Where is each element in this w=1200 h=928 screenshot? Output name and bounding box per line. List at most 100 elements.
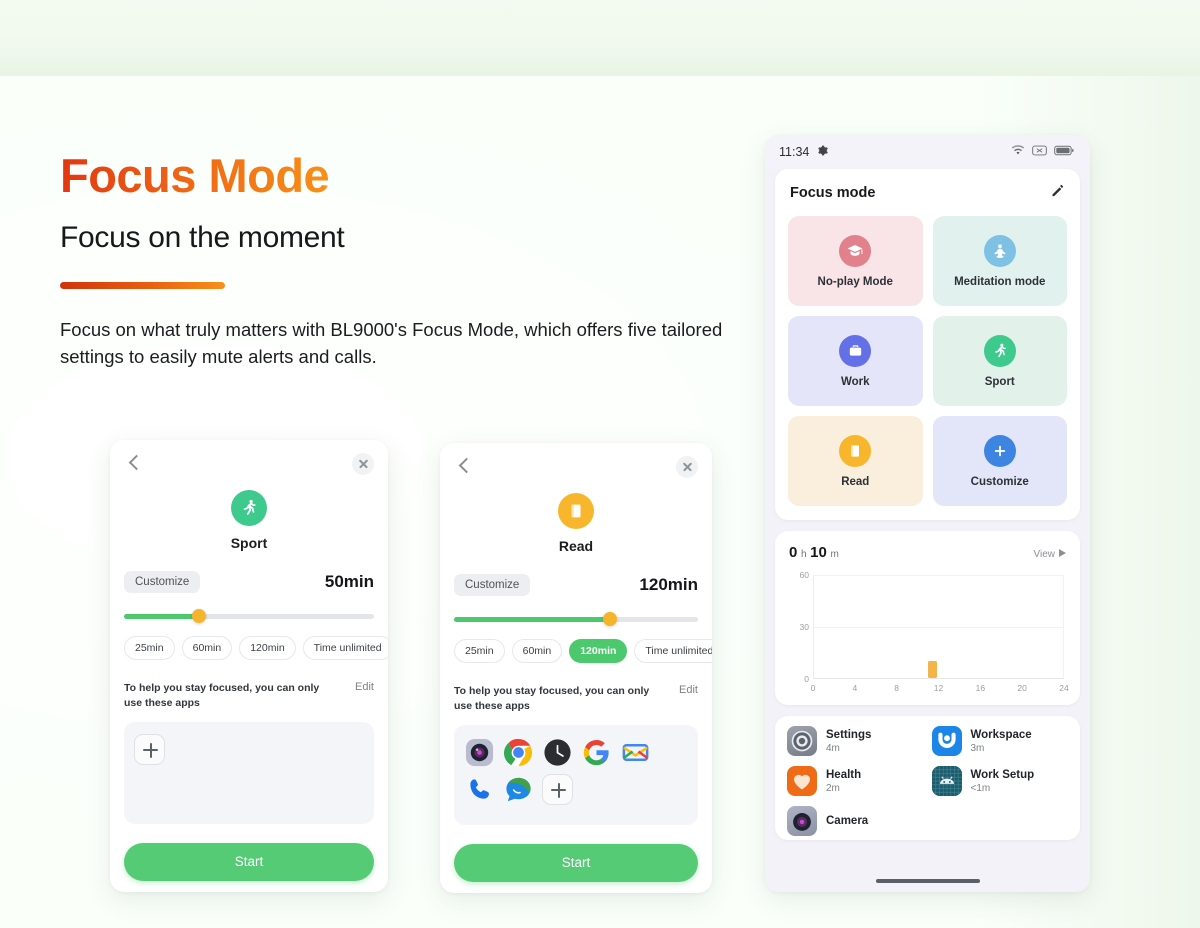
workspace-icon xyxy=(931,726,962,756)
close-icon[interactable] xyxy=(676,456,698,478)
back-icon[interactable] xyxy=(454,456,476,478)
customize-chip[interactable]: Customize xyxy=(454,574,531,596)
preset-chip[interactable]: 120min xyxy=(239,636,296,660)
sport-duration-row: Customize 50min xyxy=(124,571,374,593)
slider-knob[interactable] xyxy=(192,609,206,623)
mode-tile-read[interactable]: Read xyxy=(788,416,923,506)
no-sim-icon xyxy=(1032,143,1047,161)
app-usage-card: Settings 4m Workspace 3m Health 2m Work … xyxy=(775,716,1080,840)
y-tick-label: 60 xyxy=(799,570,809,580)
minutes-unit: m xyxy=(830,549,839,560)
add-app-icon[interactable] xyxy=(134,733,165,765)
chart-header: 0 h 10 m View xyxy=(789,544,1066,561)
slider-fill xyxy=(124,614,199,619)
sport-mode-header: Sport xyxy=(124,490,374,551)
chart-plot-area xyxy=(813,575,1064,679)
total-minutes: 10 xyxy=(810,544,827,561)
home-gesture-bar[interactable] xyxy=(875,879,980,883)
edit-apps-button[interactable]: Edit xyxy=(679,684,698,696)
close-icon[interactable] xyxy=(352,453,374,475)
edit-apps-button[interactable]: Edit xyxy=(355,681,374,693)
google-icon[interactable] xyxy=(581,737,612,768)
app-time: <1m xyxy=(970,782,991,794)
meditation-icon xyxy=(983,234,1016,267)
clock-icon[interactable] xyxy=(542,737,573,768)
read-mode-header: Read xyxy=(454,493,698,554)
list-item[interactable]: Workspace 3m xyxy=(931,726,1069,756)
y-tick-label: 0 xyxy=(804,674,809,684)
total-hours: 0 xyxy=(789,544,798,561)
list-item[interactable]: Settings 4m xyxy=(787,726,924,756)
app-time: 3m xyxy=(970,742,985,754)
preset-chip[interactable]: 60min xyxy=(511,639,563,663)
read-duration-slider[interactable] xyxy=(454,612,698,626)
phone-mockup-sport: Sport Customize 50min 25min 60min 120min… xyxy=(110,440,388,892)
screen-time-chart-card: 0 h 10 m View 60 30 0 0 4 8 12 16 20 24 xyxy=(775,531,1080,705)
mode-tile-label: No-play Mode xyxy=(817,275,893,288)
add-app-icon[interactable] xyxy=(542,773,573,805)
preset-chip[interactable]: 25min xyxy=(454,639,505,663)
page-title: Focus Mode xyxy=(60,149,330,202)
preset-chip[interactable]: Time unlimited xyxy=(634,639,712,663)
running-icon xyxy=(983,334,1016,367)
app-usage-grid: Settings 4m Workspace 3m Health 2m Work … xyxy=(787,726,1068,836)
camera-icon[interactable] xyxy=(464,737,495,768)
usage-bar-chart: 60 30 0 0 4 8 12 16 20 24 xyxy=(789,570,1069,695)
pencil-icon[interactable] xyxy=(1050,183,1065,203)
view-label: View xyxy=(1033,549,1056,560)
gmail-icon[interactable] xyxy=(620,737,651,768)
plus-icon xyxy=(983,434,1016,467)
mode-tile-label: Read xyxy=(841,475,870,488)
mode-tile-no-play[interactable]: No-play Mode xyxy=(788,216,923,306)
phone-mockup-home: 11:34 Focus mode No-play Mode Meditation… xyxy=(765,135,1090,892)
list-item[interactable]: Work Setup <1m xyxy=(931,766,1069,796)
mode-tile-label: Meditation mode xyxy=(954,275,1046,288)
preset-chip-selected[interactable]: 120min xyxy=(569,639,628,663)
mode-tile-meditation[interactable]: Meditation mode xyxy=(932,216,1067,306)
page-subtitle: Focus on the moment xyxy=(60,220,345,254)
read-apps-grid xyxy=(464,737,688,805)
messages-icon[interactable] xyxy=(503,774,534,805)
x-tick-label: 4 xyxy=(852,683,858,693)
x-tick-label: 24 xyxy=(1059,683,1069,693)
x-tick-label: 16 xyxy=(975,683,986,693)
running-icon xyxy=(231,490,267,526)
chart-bar xyxy=(928,660,938,678)
view-details-button[interactable]: View xyxy=(1033,549,1066,560)
preset-chip[interactable]: 60min xyxy=(181,636,233,660)
focus-mode-card-header: Focus mode xyxy=(775,169,1080,211)
health-heart-icon xyxy=(787,766,817,796)
usage-text: Work Setup <1m xyxy=(971,769,1035,794)
hero-body-text: Focus on what truly matters with BL9000'… xyxy=(60,318,723,367)
phone-icon[interactable] xyxy=(464,774,495,805)
start-button[interactable]: Start xyxy=(124,842,374,881)
usage-text: Workspace 3m xyxy=(971,729,1032,754)
read-screen-topbar xyxy=(454,443,698,491)
list-item[interactable]: Camera xyxy=(787,806,924,836)
wifi-icon xyxy=(1011,143,1025,161)
chrome-icon[interactable] xyxy=(503,737,534,768)
sport-preset-chips: 25min 60min 120min Time unlimited xyxy=(124,636,388,660)
app-name: Work Setup xyxy=(970,768,1035,781)
mode-tile-customize[interactable]: Customize xyxy=(932,416,1067,506)
sport-apps-hint-row: To help you stay focused, you can only u… xyxy=(124,681,374,711)
usage-text: Camera xyxy=(826,815,868,827)
mode-tile-sport[interactable]: Sport xyxy=(932,316,1067,406)
back-icon[interactable] xyxy=(124,453,146,475)
start-button[interactable]: Start xyxy=(454,843,698,882)
page-background-top xyxy=(0,0,1200,76)
y-tick-label: 30 xyxy=(799,622,809,632)
sport-duration-value: 50min xyxy=(324,572,374,591)
graduation-cap-icon xyxy=(839,234,872,267)
sport-mode-name: Sport xyxy=(230,535,268,551)
slider-knob[interactable] xyxy=(603,612,618,626)
book-icon xyxy=(558,493,594,529)
customize-chip[interactable]: Customize xyxy=(124,571,201,593)
sport-duration-slider[interactable] xyxy=(124,609,374,623)
list-item[interactable]: Health 2m xyxy=(787,766,924,796)
x-tick-label: 12 xyxy=(933,683,944,693)
preset-chip[interactable]: 25min xyxy=(124,636,175,660)
android-robot-icon xyxy=(931,766,962,796)
preset-chip[interactable]: Time unlimited xyxy=(302,636,388,660)
mode-tile-work[interactable]: Work xyxy=(788,316,923,406)
